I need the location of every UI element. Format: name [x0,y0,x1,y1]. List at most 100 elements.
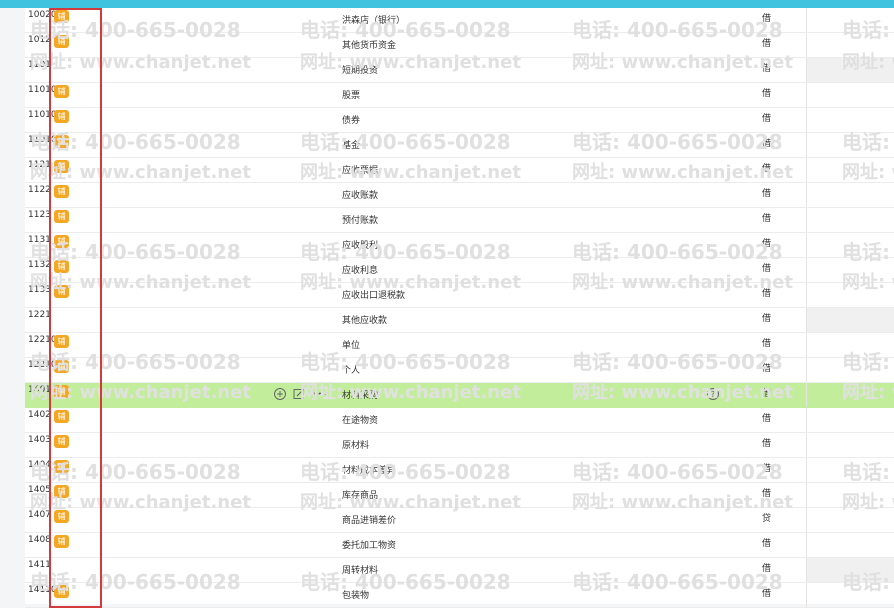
table-row[interactable]: 1404 辅 材料成本差异 借 [25,458,894,483]
account-code: 1122 [28,185,51,195]
table-row[interactable]: 1132 辅 应收利息 借 [25,258,894,283]
column-divider [806,133,807,157]
column-divider [806,558,807,582]
auxiliary-badge: 辅 [54,135,69,148]
account-code: 1221 [28,310,51,320]
balance-direction: 借 [762,239,772,249]
column-divider [806,458,807,482]
table-row[interactable]: 122101 辅单位借 [25,333,894,358]
table-row[interactable]: 122102 辅个人借 [25,358,894,383]
balance-direction: 借 [762,464,772,474]
balance-direction: 借 [762,389,772,399]
account-table: 100203 辅洪森店（银行）借 1012 辅其他货币资金借 1101 短期投资借 1101… [25,8,894,608]
auxiliary-badge: 辅 [54,435,69,448]
balance-direction: 借 [762,564,772,574]
column-divider [806,33,807,57]
table-row[interactable]: 1408 辅 委托加工物资 借 [25,533,894,558]
table-row[interactable]: 1131 辅 应收股利 借 [25,233,894,258]
balance-direction: 借 [762,14,772,24]
column-divider [806,258,807,282]
account-name: 库存商品 [342,491,379,501]
table-row[interactable]: 1402 辅 在途物资 借 [25,408,894,433]
table-row[interactable]: 1133 辅 应收出口退税款 借 [25,283,894,308]
table-row[interactable]: 1101 短期投资 借 [25,58,894,83]
table-row[interactable]: 141101 辅包装物借 [25,583,894,608]
table-row[interactable]: 1122 辅 应收账款 借 [25,183,894,208]
auxiliary-badge: 辅 [54,10,69,23]
column-divider [806,358,807,382]
balance-direction: 借 [762,289,772,299]
account-code: 1402 [28,410,51,420]
column-divider [806,58,807,82]
auxiliary-badge: 辅 [54,185,69,198]
table-row[interactable]: 1407 辅 商品进销差价 贷 [25,508,894,533]
table-row[interactable]: 1121 辅 应收票据 借 [25,158,894,183]
balance-direction: 借 [762,114,772,124]
table-row[interactable]: 110102 辅债券借 [25,108,894,133]
balance-direction: 借 [762,189,772,199]
column-divider [806,108,807,132]
balance-direction: 借 [762,64,772,74]
table-row[interactable]: 1012 辅 其他货币资金 借 [25,33,894,58]
balance-direction: 借 [762,89,772,99]
balance-direction: 借 [762,214,772,224]
table-row[interactable]: 100203 辅洪森店（银行）借 [25,8,894,33]
column-divider [806,508,807,532]
account-code: 1405 [28,485,51,495]
column-divider [806,208,807,232]
auxiliary-badge: 辅 [54,210,69,223]
table-row[interactable]: 1221 其他应收款 借 [25,308,894,333]
account-code: 1123 [28,210,51,220]
help-circle-icon[interactable]: ? [706,387,720,401]
top-accent-bar [0,0,894,8]
auxiliary-badge: 辅 [54,235,69,248]
account-name: 应收出口退税款 [342,291,406,301]
table-row[interactable]: 110101 辅股票借 [25,83,894,108]
account-name: 单位 [342,341,361,351]
balance-direction: 借 [762,589,772,599]
account-name: 洪森店（银行） [342,16,406,26]
account-name: 包装物 [342,591,370,601]
account-name: 原材料 [342,441,370,451]
account-name: 周转材料 [342,566,379,576]
column-divider [806,483,807,507]
balance-direction: 借 [762,264,772,274]
table-row[interactable]: 1405 辅 库存商品 借 [25,483,894,508]
auxiliary-badge: 辅 [54,485,69,498]
balance-direction: 借 [762,164,772,174]
account-code: 1132 [28,260,51,270]
column-divider [806,83,807,107]
column-divider [806,333,807,357]
account-name: 商品进销差价 [342,516,397,526]
account-name: 在途物资 [342,416,379,426]
auxiliary-badge: 辅 [54,585,69,598]
plus-circle-icon[interactable] [273,387,287,401]
column-divider [806,8,807,32]
balance-direction: 借 [762,314,772,324]
table-row[interactable]: 110103 辅基金借 [25,133,894,158]
table-row[interactable]: 1403 辅 原材料 借 [25,433,894,458]
account-name: 应收账款 [342,191,379,201]
edit-icon[interactable] [292,387,306,401]
row-shade [806,558,894,582]
balance-direction: 借 [762,39,772,49]
table-row-selected[interactable]: 1401 辅 材料采购? 借 [25,383,894,408]
account-code: 1101 [28,60,51,70]
account-code: 1401 [28,385,51,395]
table-row[interactable]: 1123 辅 预付账款 借 [25,208,894,233]
row-shade [806,308,894,332]
column-divider [806,183,807,207]
auxiliary-badge: 辅 [54,160,69,173]
balance-direction: 借 [762,139,772,149]
account-code: 1411 [28,560,51,570]
account-code: 1407 [28,510,51,520]
account-code: 1403 [28,435,51,445]
row-shade [806,58,894,82]
auxiliary-badge: 辅 [54,385,69,398]
account-name: 个人 [342,366,361,376]
more-icon[interactable] [311,387,329,401]
table-row[interactable]: 1411 周转材料 借 [25,558,894,583]
account-name: 股票 [342,91,361,101]
balance-direction: 借 [762,539,772,549]
account-name: 应收股利 [342,241,379,251]
